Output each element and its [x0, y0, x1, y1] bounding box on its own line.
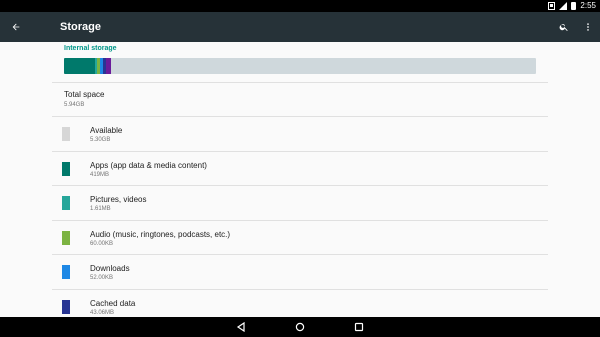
nav-home-button[interactable]	[285, 317, 315, 337]
storage-item-value: 52.00KB	[90, 275, 114, 282]
battery-icon	[571, 2, 577, 10]
total-space-label: Total space	[64, 90, 105, 99]
more-vert-icon	[587, 23, 589, 31]
storage-item-row[interactable]: Cached data 43.06MB	[52, 289, 548, 317]
color-swatch	[62, 300, 70, 314]
status-icons: 2:55	[548, 0, 596, 12]
back-button[interactable]	[4, 15, 28, 39]
storage-item-title: Audio (music, ringtones, podcasts, etc.)	[90, 229, 231, 239]
internal-storage-header: Internal storage	[64, 45, 117, 52]
storage-item-title: Downloads	[90, 264, 130, 274]
storage-usage-bar	[64, 58, 536, 74]
color-swatch	[62, 265, 70, 280]
nav-recents-icon	[354, 322, 364, 332]
color-swatch	[62, 230, 70, 245]
search-icon	[559, 24, 568, 31]
storage-content[interactable]: Internal storage Total space 5.94GB Avai…	[0, 42, 600, 317]
search-button[interactable]	[552, 15, 576, 39]
sim-icon	[548, 2, 556, 10]
storage-item-row[interactable]: Available 5.30GB	[52, 116, 548, 151]
storage-item-value: 60.00KB	[90, 240, 114, 247]
status-bar: 2:55	[0, 0, 600, 12]
color-swatch	[62, 161, 70, 176]
color-swatch	[62, 127, 70, 141]
navigation-bar	[0, 317, 600, 337]
storage-item-value: 1.61MB	[90, 206, 111, 213]
signal-icon	[559, 2, 568, 10]
storage-item-value: 5.30GB	[90, 137, 111, 143]
page-title: Storage	[60, 21, 101, 33]
arrow-back-icon	[12, 23, 20, 31]
storage-item-title: Available	[90, 126, 123, 135]
storage-item-title: Cached data	[90, 299, 136, 308]
usage-segment-misc	[105, 58, 112, 74]
color-swatch	[62, 196, 70, 211]
storage-item-row[interactable]: Downloads 52.00KB	[52, 254, 548, 289]
storage-item-title: Apps (app data & media content)	[90, 160, 207, 170]
nav-back-button[interactable]	[226, 317, 256, 337]
total-space-value: 5.94GB	[64, 102, 85, 108]
storage-item-value: 43.06MB	[90, 310, 115, 316]
storage-item-row[interactable]: Apps (app data & media content) 419MB	[52, 150, 548, 186]
total-space-row: Total space 5.94GB	[52, 82, 548, 116]
nav-home-icon	[295, 322, 305, 332]
status-clock: 2:55	[580, 1, 596, 10]
usage-segment-apps	[64, 58, 96, 74]
nav-back-icon	[236, 322, 245, 332]
more-options-button[interactable]	[578, 15, 598, 39]
app-toolbar: Storage	[0, 12, 600, 42]
storage-item-value: 419MB	[90, 171, 110, 178]
nav-recents-button[interactable]	[344, 317, 374, 337]
storage-item-title: Pictures, videos	[90, 195, 147, 205]
storage-item-row[interactable]: Audio (music, ringtones, podcasts, etc.)…	[52, 219, 548, 255]
storage-item-row[interactable]: Pictures, videos 1.61MB	[52, 185, 548, 220]
